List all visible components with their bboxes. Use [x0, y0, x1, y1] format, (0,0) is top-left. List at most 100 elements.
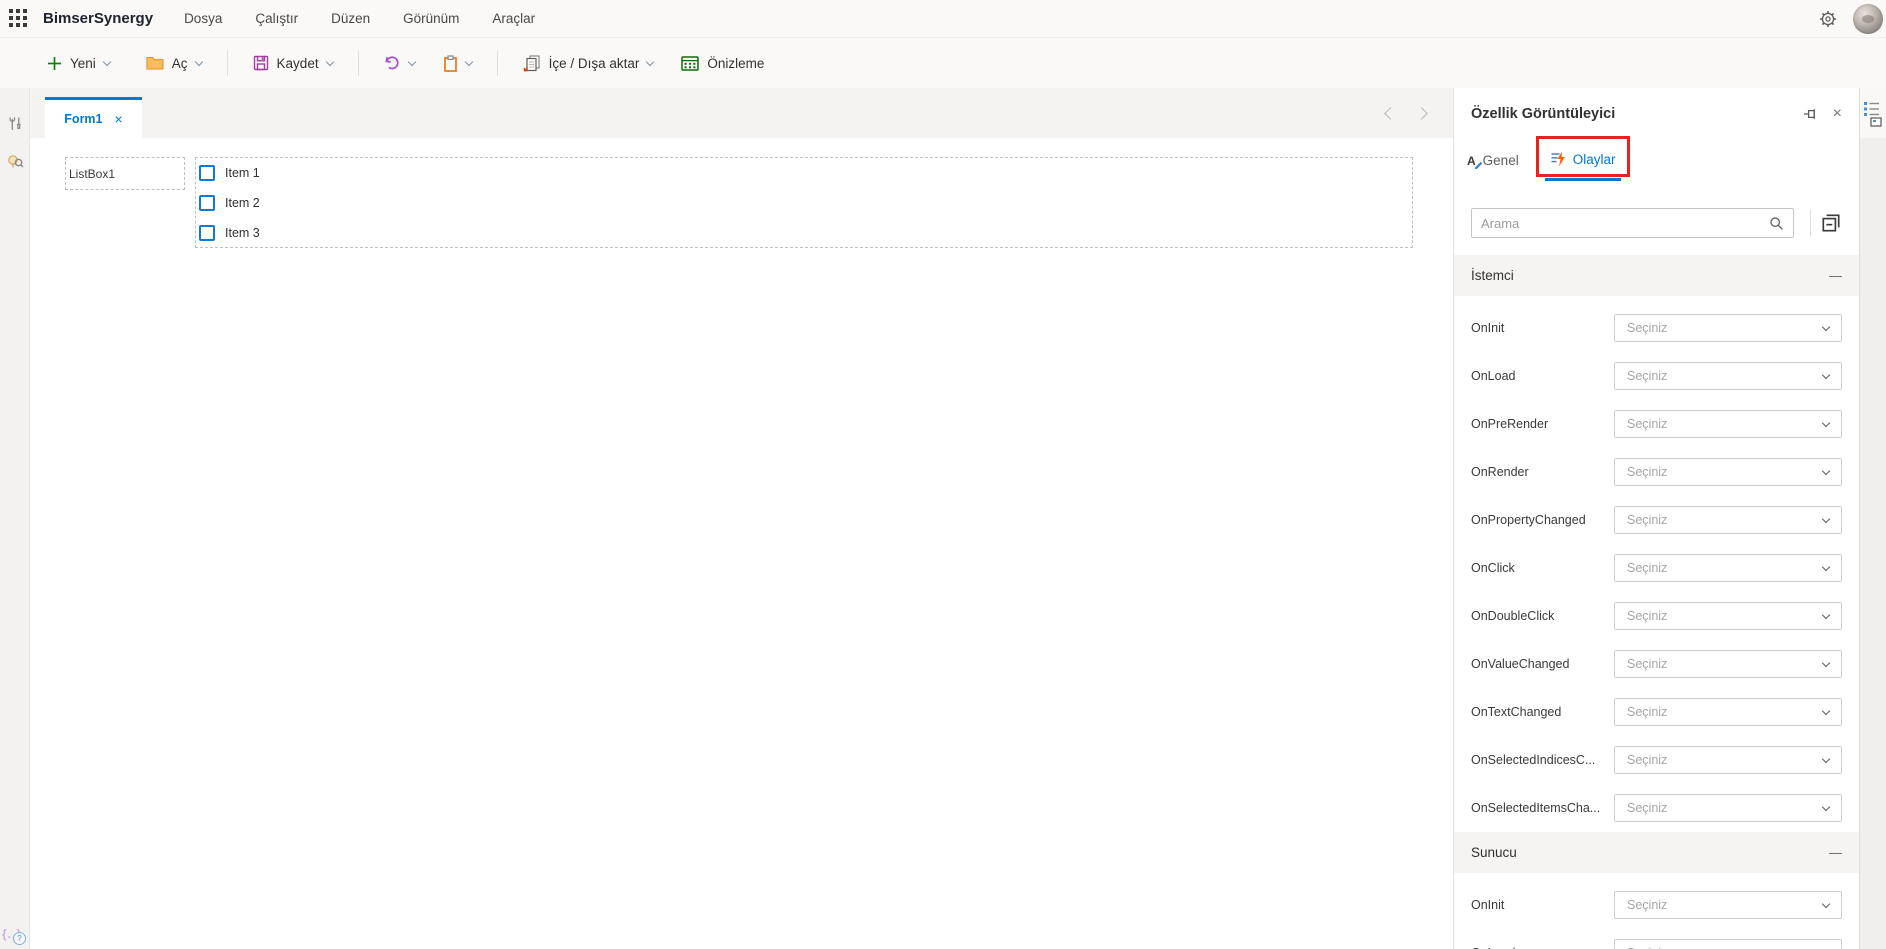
collapse-minus-icon[interactable]: —	[1829, 845, 1842, 860]
user-avatar[interactable]	[1853, 3, 1883, 34]
import-export-icon	[523, 54, 540, 71]
section-istemci[interactable]: İstemci —	[1454, 255, 1859, 296]
property-label: OnSelectedIndicesC...	[1471, 753, 1596, 767]
event-select[interactable]: Seçiniz	[1614, 650, 1842, 678]
app-launcher-icon[interactable]	[9, 9, 28, 28]
event-select[interactable]: Seçiniz	[1614, 794, 1842, 822]
tab-scroll-left-icon[interactable]	[1384, 106, 1397, 120]
event-select[interactable]: Seçiniz	[1614, 314, 1842, 342]
chevron-down-icon	[325, 57, 334, 66]
menu-item[interactable]: Düzen	[331, 11, 370, 26]
pin-icon[interactable]	[1803, 106, 1819, 122]
main-menu: Dosya Çalıştır Düzen Görünüm Araçlar	[184, 11, 535, 26]
new-label: Yeni	[70, 55, 96, 71]
section-sunucu[interactable]: Sunucu —	[1454, 832, 1859, 873]
property-row: OnDoubleClick Seçiniz	[1454, 592, 1859, 640]
select-placeholder: Seçiniz	[1627, 369, 1668, 383]
document-tabstrip: Form1 ×	[30, 88, 1453, 138]
close-icon[interactable]: ×	[1833, 106, 1842, 122]
event-select[interactable]: Seçiniz	[1614, 554, 1842, 582]
chevron-down-icon	[1821, 370, 1831, 379]
save-label: Kaydet	[276, 55, 319, 71]
menu-item[interactable]: Dosya	[184, 11, 222, 26]
event-select[interactable]: Seçiniz	[1614, 602, 1842, 630]
checkbox-icon[interactable]	[199, 225, 215, 241]
clipboard-button[interactable]	[443, 54, 473, 72]
tab-scroll-right-icon[interactable]	[1415, 106, 1428, 120]
collapse-all-icon[interactable]	[1820, 212, 1842, 234]
tab-close-icon[interactable]: ×	[115, 112, 123, 126]
toolbox-collapsed-tab[interactable]	[1860, 88, 1886, 138]
topbar: BimserSynergy Dosya Çalıştır Düzen Görünüm A…	[0, 0, 1886, 38]
menu-item[interactable]: Görünüm	[403, 11, 459, 26]
undo-button[interactable]	[384, 55, 416, 72]
tab-form1[interactable]: Form1 ×	[45, 97, 142, 138]
property-label: OnTextChanged	[1471, 705, 1562, 719]
checkbox-icon[interactable]	[199, 165, 215, 181]
save-button[interactable]: Kaydet	[253, 55, 334, 71]
tools-icon[interactable]	[0, 116, 30, 132]
chevron-down-icon	[102, 57, 112, 66]
property-row: OnTextChanged Seçiniz	[1454, 688, 1859, 736]
property-label: OnValueChanged	[1471, 657, 1570, 671]
chevron-down-icon	[1821, 802, 1831, 811]
event-select[interactable]: Seçiniz	[1614, 698, 1842, 726]
toolbar-divider	[496, 50, 498, 76]
listbox-caption[interactable]: ListBox1	[65, 157, 185, 190]
event-select[interactable]: Seçiniz	[1614, 891, 1842, 919]
canvas-body[interactable]: ListBox1 Item 1 Item 2 Item 3	[30, 138, 1453, 949]
chevron-down-icon	[1821, 418, 1831, 427]
listbox-item-row[interactable]: Item 1	[199, 158, 1412, 188]
search-input[interactable]	[1481, 215, 1770, 231]
event-select[interactable]: Seçiniz	[1614, 410, 1842, 438]
property-row: OnInit Seçiniz	[1454, 304, 1859, 352]
tab-genel[interactable]: A Genel	[1467, 140, 1519, 181]
chevron-down-icon	[1821, 322, 1831, 331]
collapse-minus-icon[interactable]: —	[1829, 268, 1842, 283]
chevron-down-icon	[194, 57, 203, 66]
menu-item[interactable]: Çalıştır	[255, 11, 298, 26]
tab-olaylar[interactable]: Olaylar	[1535, 136, 1631, 181]
save-icon	[253, 55, 268, 71]
toolbar-divider	[357, 50, 359, 76]
event-select[interactable]: Seçiniz	[1614, 746, 1842, 774]
event-select[interactable]: Seçiniz	[1614, 506, 1842, 534]
property-label: OnPropertyChanged	[1471, 513, 1586, 527]
search-box[interactable]	[1471, 208, 1795, 238]
menu-item[interactable]: Araçlar	[492, 11, 535, 26]
property-row: OnPreRender Seçiniz	[1454, 400, 1859, 448]
import-export-label: İçe / Dışa aktar	[548, 55, 640, 71]
event-select[interactable]: Seçiniz	[1614, 362, 1842, 390]
property-label: OnRender	[1471, 465, 1529, 479]
settings-gear-icon[interactable]	[1819, 10, 1837, 28]
tab-form1-label: Form1	[64, 112, 103, 126]
toolbar-divider	[226, 50, 228, 76]
event-select[interactable]: Seçiniz	[1614, 939, 1842, 949]
property-label: OnSelectedItemsCha...	[1471, 801, 1601, 815]
general-icon: A	[1467, 154, 1482, 169]
panel-header: Özellik Görüntüleyici ×	[1454, 88, 1859, 140]
new-button[interactable]: Yeni	[47, 55, 112, 71]
tab-nav-arrows	[1384, 88, 1428, 138]
panel-scroll-area[interactable]: İstemci — OnInit Seçiniz OnLoad Seçiniz …	[1454, 255, 1859, 949]
select-placeholder: Seçiniz	[1627, 705, 1668, 719]
import-export-button[interactable]: İçe / Dışa aktar	[523, 54, 655, 72]
listbox-control[interactable]: Item 1 Item 2 Item 3	[195, 157, 1413, 248]
listbox-item-row[interactable]: Item 2	[199, 188, 1412, 218]
listbox-item-row[interactable]: Item 3	[199, 218, 1412, 248]
event-select[interactable]: Seçiniz	[1614, 458, 1842, 486]
preview-button[interactable]: Önizleme	[681, 56, 764, 71]
sunucu-rows: OnInit Seçiniz OnLoad Seçiniz	[1454, 873, 1859, 949]
property-viewer-panel: Özellik Görüntüleyici × A Genel Olaylar …	[1453, 88, 1859, 949]
inspect-idea-icon[interactable]	[0, 154, 30, 170]
chevron-down-icon	[1821, 514, 1831, 523]
app-title: BimserSynergy	[43, 10, 154, 27]
property-row: OnPropertyChanged Seçiniz	[1454, 496, 1859, 544]
toolbar: Yeni Aç Kaydet İçe / Dışa aktar Önizleme	[0, 38, 1886, 88]
vertical-divider	[1810, 210, 1811, 236]
checkbox-icon[interactable]	[199, 195, 215, 211]
select-placeholder: Seçiniz	[1627, 801, 1668, 815]
panel-search-row	[1471, 208, 1842, 238]
open-button[interactable]: Aç	[146, 56, 203, 71]
left-rail: {..} ?	[0, 88, 30, 949]
